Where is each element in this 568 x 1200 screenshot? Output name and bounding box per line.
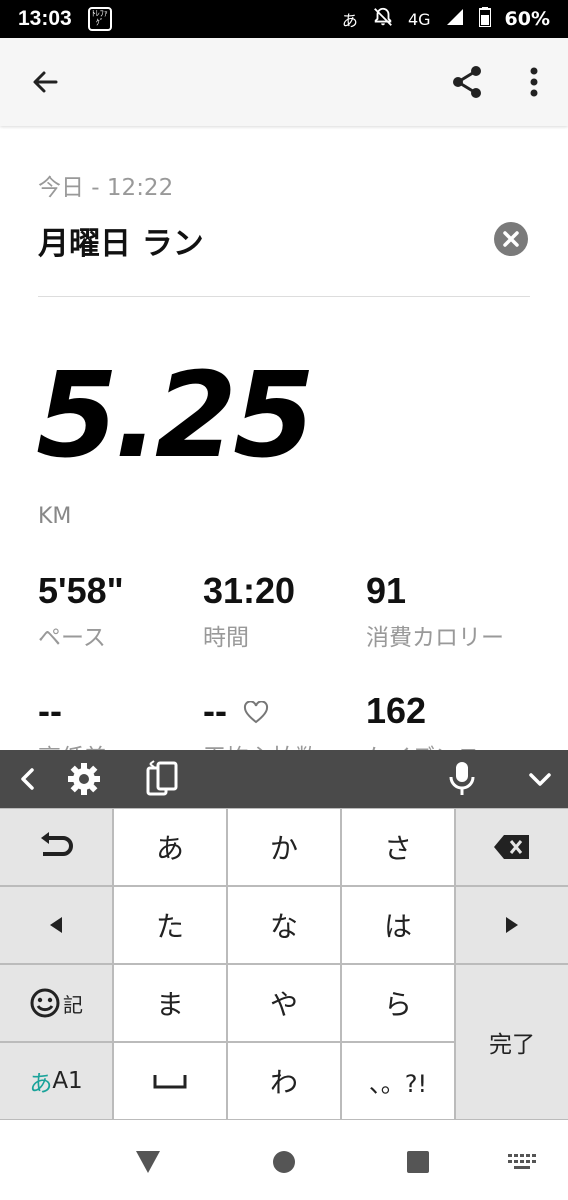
stat-value: 162 (366, 690, 427, 731)
gear-icon (68, 763, 100, 795)
microphone-icon (449, 762, 475, 795)
square-icon (407, 1151, 429, 1173)
stat-elevation: -- 高低差 (38, 690, 198, 750)
key-wa[interactable]: わ (228, 1043, 340, 1119)
stat-label: ペース (38, 625, 106, 651)
distance-value: 5.25 (36, 346, 315, 484)
voice-input-button[interactable] (442, 759, 482, 799)
space-icon (153, 1075, 187, 1089)
signal-icon (445, 7, 465, 31)
done-key[interactable]: 完了 (456, 965, 568, 1119)
stat-label: ケイデンス (366, 738, 526, 750)
stat-value: 31:20 (203, 570, 296, 611)
smiley-icon (30, 988, 60, 1018)
keyboard-clipboard-button[interactable] (142, 759, 182, 799)
share-button[interactable] (448, 62, 488, 102)
stat-label: 時間 (203, 625, 249, 651)
battery-level: 60% (504, 8, 550, 30)
network-type: 4G (407, 9, 431, 29)
arrow-left-icon (33, 71, 58, 93)
stat-value: 5'58" (38, 570, 124, 611)
emoji-symbol-key[interactable]: 記 (0, 965, 112, 1041)
stat-cadence: 162 ケイデンス (366, 690, 526, 750)
status-bar: 13:03 ﾄﾚﾌｧｸﾞ あ 4G 60% (0, 0, 568, 38)
ime-indicator: あ (341, 11, 358, 30)
nav-home-button[interactable] (266, 1144, 302, 1180)
key-ha[interactable]: は (342, 887, 454, 963)
key-ra[interactable]: ら (342, 965, 454, 1041)
stat-label: 平均心拍数 (203, 738, 363, 750)
space-key[interactable] (114, 1043, 226, 1119)
stat-label: 高低差 (38, 738, 198, 750)
divider (38, 296, 530, 297)
key-ka[interactable]: か (228, 809, 340, 885)
keyboard-settings-button[interactable] (64, 759, 104, 799)
stat-value: -- (203, 690, 363, 732)
triangle-left-icon (50, 917, 62, 933)
close-icon (503, 231, 519, 247)
workout-date: 今日 - 12:22 (38, 175, 174, 201)
input-mode-key[interactable]: あ A1 (0, 1043, 112, 1119)
bell-off-icon (372, 6, 394, 32)
chevron-down-icon (529, 773, 551, 786)
status-right: あ 4G 60% (342, 6, 550, 32)
app-bar (0, 38, 568, 126)
triangle-down-icon (136, 1151, 160, 1173)
keyboard-toolbar (0, 750, 568, 808)
stat-pace: 5'58" ペース (38, 570, 198, 652)
more-vert-icon (530, 67, 538, 97)
more-options-button[interactable] (516, 62, 552, 102)
undo-key[interactable] (0, 809, 112, 885)
cursor-right-key[interactable] (456, 887, 568, 963)
stat-calories: 91 消費カロリー (366, 570, 526, 652)
backspace-icon (494, 835, 529, 859)
stat-label: 消費カロリー (366, 625, 504, 651)
status-time: 13:03 (18, 7, 72, 30)
share-icon (453, 66, 481, 98)
stat-heart-rate: -- 平均心拍数 (203, 690, 363, 750)
stat-value-text: -- (203, 690, 227, 731)
heart-icon (243, 700, 269, 724)
cursor-left-key[interactable] (0, 887, 112, 963)
stat-value: 91 (366, 570, 407, 611)
hide-keyboard-button[interactable] (520, 759, 560, 799)
nav-back-button[interactable] (130, 1144, 166, 1180)
clipboard-swap-icon (146, 760, 178, 796)
key-a[interactable]: あ (114, 809, 226, 885)
stat-value: -- (38, 690, 62, 731)
stat-time: 31:20 時間 (203, 570, 363, 652)
chevron-left-icon (21, 768, 34, 790)
system-nav-bar (0, 1120, 568, 1200)
keyboard-icon (508, 1154, 536, 1169)
mode-alphanumeric: A1 (52, 1068, 83, 1094)
mode-hiragana: あ (29, 1071, 53, 1097)
nav-recents-button[interactable] (400, 1144, 436, 1180)
key-sa[interactable]: さ (342, 809, 454, 885)
key-ma[interactable]: ま (114, 965, 226, 1041)
back-button[interactable] (26, 62, 66, 102)
workout-title[interactable]: 月曜日 ラン (38, 218, 204, 263)
key-na[interactable]: な (228, 887, 340, 963)
undo-icon (41, 832, 73, 856)
battery-icon (477, 7, 492, 31)
training-app-icon: ﾄﾚﾌｧｸﾞ (87, 7, 112, 31)
key-ta[interactable]: た (114, 887, 226, 963)
backspace-key[interactable] (456, 809, 568, 885)
keyboard-back-button[interactable] (8, 759, 48, 799)
distance-unit: KM (38, 504, 72, 529)
key-ya[interactable]: や (228, 965, 340, 1041)
emoji-key-label: 記 (63, 992, 83, 1017)
clear-title-button[interactable] (494, 222, 528, 256)
ime-keyboard: あ か さ た な は 記 ま や ら 完了 あ A1 わ 、。?! (0, 750, 568, 1120)
workout-detail: 今日 - 12:22 月曜日 ラン 5.25 KM 5'58" ペース 31:2… (0, 126, 568, 750)
key-punctuation[interactable]: 、。?! (342, 1043, 454, 1119)
triangle-right-icon (506, 917, 518, 933)
nav-keyboard-switch-button[interactable] (504, 1144, 540, 1180)
circle-icon (273, 1151, 295, 1173)
